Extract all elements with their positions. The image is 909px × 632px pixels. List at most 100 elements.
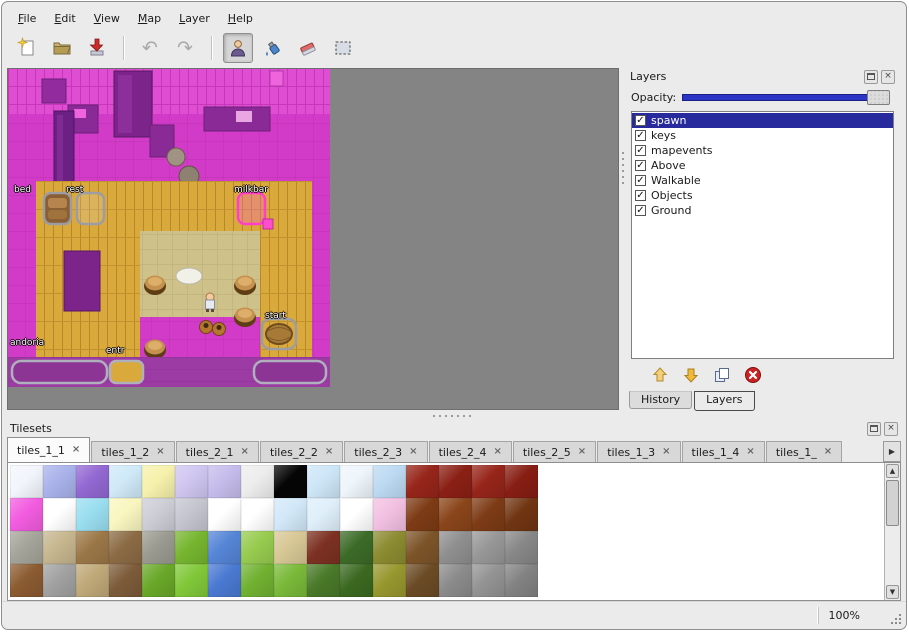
dock-tab-layers[interactable]: Layers [694, 391, 754, 411]
tile-2-5[interactable] [175, 531, 208, 564]
tile-0-6[interactable] [208, 465, 241, 498]
fill-tool-button[interactable] [258, 33, 288, 63]
layer-visibility-checkbox[interactable]: ✓ [635, 175, 646, 186]
tile-3-14[interactable] [472, 564, 505, 597]
menu-view[interactable]: View [86, 9, 128, 28]
tileset-tab-tiles_1_1[interactable]: tiles_1_1× [7, 437, 90, 462]
tilesets-close-button[interactable]: × [884, 422, 898, 436]
tile-2-7[interactable] [241, 531, 274, 564]
tileset-tab-tiles_1_2[interactable]: tiles_1_2× [91, 441, 174, 462]
opacity-slider-handle[interactable] [867, 90, 890, 105]
layer-visibility-checkbox[interactable]: ✓ [635, 130, 646, 141]
tile-1-13[interactable] [439, 498, 472, 531]
tile-1-1[interactable] [43, 498, 76, 531]
tile-1-5[interactable] [175, 498, 208, 531]
tileset-scrollbar[interactable]: ▲ ▼ [884, 463, 900, 600]
eraser-tool-button[interactable] [293, 33, 323, 63]
menu-layer[interactable]: Layer [171, 9, 218, 28]
menu-file[interactable]: File [10, 9, 44, 28]
opacity-slider-groove[interactable] [682, 94, 890, 101]
layer-row-Objects[interactable]: ✓Objects [632, 188, 893, 203]
tile-3-3[interactable] [109, 564, 142, 597]
tile-2-9[interactable] [307, 531, 340, 564]
tile-2-0[interactable] [10, 531, 43, 564]
tileset-tab-tiles_1_[interactable]: tiles_1_× [766, 441, 842, 462]
tile-0-2[interactable] [76, 465, 109, 498]
scrollbar-thumb[interactable] [886, 480, 899, 526]
menu-help[interactable]: Help [220, 9, 261, 28]
tab-close-icon[interactable]: × [409, 447, 417, 457]
delete-layer-button[interactable] [740, 362, 766, 388]
tile-3-6[interactable] [208, 564, 241, 597]
tile-3-10[interactable] [340, 564, 373, 597]
tile-2-1[interactable] [43, 531, 76, 564]
splitter-vertical[interactable] [619, 68, 627, 412]
tile-0-5[interactable] [175, 465, 208, 498]
raise-layer-button[interactable] [647, 362, 673, 388]
tile-3-15[interactable] [505, 564, 538, 597]
tile-3-12[interactable] [406, 564, 439, 597]
menu-edit[interactable]: Edit [46, 9, 83, 28]
tile-1-7[interactable] [241, 498, 274, 531]
tab-scroll-right-button[interactable]: ▶ [883, 441, 901, 462]
tab-close-icon[interactable]: × [72, 445, 80, 455]
splitter-horizontal[interactable] [2, 412, 906, 420]
duplicate-layer-button[interactable] [709, 362, 735, 388]
layer-row-spawn[interactable]: ✓spawn [632, 113, 893, 128]
tile-2-4[interactable] [142, 531, 175, 564]
tile-2-3[interactable] [109, 531, 142, 564]
tile-3-8[interactable] [274, 564, 307, 597]
tab-close-icon[interactable]: × [824, 447, 832, 457]
tile-1-0[interactable] [10, 498, 43, 531]
tile-3-7[interactable] [241, 564, 274, 597]
undo-button[interactable]: ↶ [135, 33, 165, 63]
tile-0-14[interactable] [472, 465, 505, 498]
tab-close-icon[interactable]: × [578, 447, 586, 457]
tile-3-11[interactable] [373, 564, 406, 597]
tile-2-12[interactable] [406, 531, 439, 564]
stamp-tool-button[interactable] [223, 33, 253, 63]
layer-visibility-checkbox[interactable]: ✓ [635, 190, 646, 201]
layer-row-Ground[interactable]: ✓Ground [632, 203, 893, 218]
layer-visibility-checkbox[interactable]: ✓ [635, 205, 646, 216]
tile-0-12[interactable] [406, 465, 439, 498]
tile-1-3[interactable] [109, 498, 142, 531]
tile-0-15[interactable] [505, 465, 538, 498]
tile-0-4[interactable] [142, 465, 175, 498]
tileset-tab-tiles_2_2[interactable]: tiles_2_2× [260, 441, 343, 462]
tile-1-12[interactable] [406, 498, 439, 531]
tile-3-1[interactable] [43, 564, 76, 597]
layer-visibility-checkbox[interactable]: ✓ [635, 160, 646, 171]
tile-3-9[interactable] [307, 564, 340, 597]
tile-1-6[interactable] [208, 498, 241, 531]
tile-3-5[interactable] [175, 564, 208, 597]
layer-row-Above[interactable]: ✓Above [632, 158, 893, 173]
open-map-button[interactable] [47, 33, 77, 63]
tab-close-icon[interactable]: × [325, 447, 333, 457]
tile-1-4[interactable] [142, 498, 175, 531]
tile-1-14[interactable] [472, 498, 505, 531]
tile-2-11[interactable] [373, 531, 406, 564]
tile-1-9[interactable] [307, 498, 340, 531]
tile-3-4[interactable] [142, 564, 175, 597]
tile-2-13[interactable] [439, 531, 472, 564]
map-canvas[interactable] [8, 69, 330, 387]
layers-close-button[interactable]: × [881, 70, 895, 84]
layer-row-mapevents[interactable]: ✓mapevents [632, 143, 893, 158]
tile-0-9[interactable] [307, 465, 340, 498]
tile-1-10[interactable] [340, 498, 373, 531]
tileset-tab-tiles_2_5[interactable]: tiles_2_5× [513, 441, 596, 462]
tab-close-icon[interactable]: × [746, 447, 754, 457]
tile-0-0[interactable] [10, 465, 43, 498]
resize-grip[interactable] [899, 622, 901, 624]
tab-close-icon[interactable]: × [662, 447, 670, 457]
tab-close-icon[interactable]: × [241, 447, 249, 457]
lower-layer-button[interactable] [678, 362, 704, 388]
tileset-tab-tiles_1_3[interactable]: tiles_1_3× [597, 441, 680, 462]
layer-visibility-checkbox[interactable]: ✓ [635, 145, 646, 156]
tile-2-6[interactable] [208, 531, 241, 564]
tileset-tab-tiles_2_4[interactable]: tiles_2_4× [429, 441, 512, 462]
tile-1-11[interactable] [373, 498, 406, 531]
save-map-button[interactable] [82, 33, 112, 63]
layers-float-button[interactable] [864, 70, 878, 84]
